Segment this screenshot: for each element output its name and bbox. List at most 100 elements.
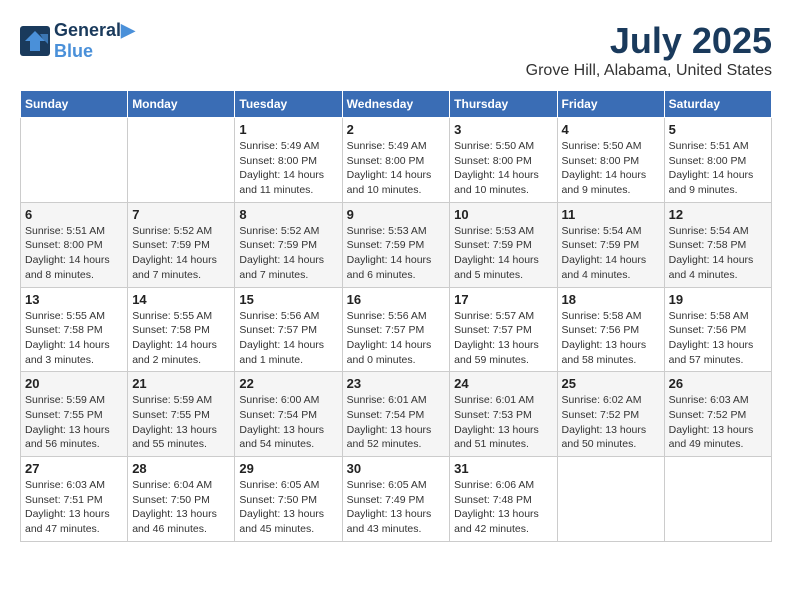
calendar-cell: 20Sunrise: 5:59 AMSunset: 7:55 PMDayligh… <box>21 372 128 457</box>
logo-icon <box>20 26 50 56</box>
day-info: Sunrise: 6:02 AMSunset: 7:52 PMDaylight:… <box>562 393 660 452</box>
day-info: Sunrise: 6:05 AMSunset: 7:49 PMDaylight:… <box>347 478 446 537</box>
day-info: Sunrise: 5:55 AMSunset: 7:58 PMDaylight:… <box>132 309 230 368</box>
day-number: 10 <box>454 207 552 222</box>
day-info: Sunrise: 5:54 AMSunset: 7:59 PMDaylight:… <box>562 224 660 283</box>
calendar-header-row: Sunday Monday Tuesday Wednesday Thursday… <box>21 91 772 118</box>
col-thursday: Thursday <box>450 91 557 118</box>
day-number: 20 <box>25 376 123 391</box>
day-info: Sunrise: 5:58 AMSunset: 7:56 PMDaylight:… <box>669 309 767 368</box>
calendar-cell: 12Sunrise: 5:54 AMSunset: 7:58 PMDayligh… <box>664 202 771 287</box>
day-info: Sunrise: 5:50 AMSunset: 8:00 PMDaylight:… <box>454 139 552 198</box>
month-title: July 2025 <box>526 20 772 62</box>
day-info: Sunrise: 6:06 AMSunset: 7:48 PMDaylight:… <box>454 478 552 537</box>
calendar-cell: 13Sunrise: 5:55 AMSunset: 7:58 PMDayligh… <box>21 287 128 372</box>
day-info: Sunrise: 5:49 AMSunset: 8:00 PMDaylight:… <box>347 139 446 198</box>
day-info: Sunrise: 5:49 AMSunset: 8:00 PMDaylight:… <box>239 139 337 198</box>
day-info: Sunrise: 6:01 AMSunset: 7:53 PMDaylight:… <box>454 393 552 452</box>
day-number: 13 <box>25 292 123 307</box>
day-info: Sunrise: 5:59 AMSunset: 7:55 PMDaylight:… <box>132 393 230 452</box>
day-number: 24 <box>454 376 552 391</box>
calendar-cell: 25 Sunrise: 6:02 AMSunset: 7:52 PMDayligh… <box>557 372 664 457</box>
day-number: 25 <box>562 376 660 391</box>
day-number: 5 <box>669 122 767 137</box>
day-number: 8 <box>239 207 337 222</box>
day-info: Sunrise: 6:01 AMSunset: 7:54 PMDaylight:… <box>347 393 446 452</box>
calendar-cell: 16 Sunrise: 5:56 AMSunset: 7:57 PMDayligh… <box>342 287 450 372</box>
col-saturday: Saturday <box>664 91 771 118</box>
day-number: 15 <box>239 292 337 307</box>
day-info: Sunrise: 5:56 AMSunset: 7:57 PMDaylight:… <box>239 309 337 368</box>
calendar-cell: 31 Sunrise: 6:06 AMSunset: 7:48 PMDayligh… <box>450 457 557 542</box>
col-friday: Friday <box>557 91 664 118</box>
calendar-cell: 27 Sunrise: 6:03 AMSunset: 7:51 PMDayligh… <box>21 457 128 542</box>
day-number: 27 <box>25 461 123 476</box>
calendar-cell: 18Sunrise: 5:58 AMSunset: 7:56 PMDayligh… <box>557 287 664 372</box>
calendar-cell: 15 Sunrise: 5:56 AMSunset: 7:57 PMDayligh… <box>235 287 342 372</box>
calendar-cell: 22Sunrise: 6:00 AMSunset: 7:54 PMDayligh… <box>235 372 342 457</box>
calendar-cell: 30 Sunrise: 6:05 AMSunset: 7:49 PMDayligh… <box>342 457 450 542</box>
day-info: Sunrise: 5:53 AMSunset: 7:59 PMDaylight:… <box>454 224 552 283</box>
col-tuesday: Tuesday <box>235 91 342 118</box>
calendar-cell: 28 Sunrise: 6:04 AMSunset: 7:50 PMDayligh… <box>128 457 235 542</box>
day-number: 28 <box>132 461 230 476</box>
day-number: 26 <box>669 376 767 391</box>
calendar-cell <box>21 118 128 203</box>
day-number: 6 <box>25 207 123 222</box>
day-info: Sunrise: 5:52 AMSunset: 7:59 PMDaylight:… <box>132 224 230 283</box>
calendar-cell: 23 Sunrise: 6:01 AMSunset: 7:54 PMDayligh… <box>342 372 450 457</box>
col-wednesday: Wednesday <box>342 91 450 118</box>
day-number: 3 <box>454 122 552 137</box>
day-number: 19 <box>669 292 767 307</box>
logo-text: General▶ Blue <box>54 20 135 62</box>
calendar-cell: 10 Sunrise: 5:53 AMSunset: 7:59 PMDayligh… <box>450 202 557 287</box>
location: Grove Hill, Alabama, United States <box>526 62 772 80</box>
day-info: Sunrise: 5:51 AMSunset: 8:00 PMDaylight:… <box>669 139 767 198</box>
logo: General▶ Blue <box>20 20 135 62</box>
day-info: Sunrise: 6:03 AMSunset: 7:52 PMDaylight:… <box>669 393 767 452</box>
day-number: 21 <box>132 376 230 391</box>
day-info: Sunrise: 6:03 AMSunset: 7:51 PMDaylight:… <box>25 478 123 537</box>
day-info: Sunrise: 6:05 AMSunset: 7:50 PMDaylight:… <box>239 478 337 537</box>
calendar-cell: 7 Sunrise: 5:52 AMSunset: 7:59 PMDaylight… <box>128 202 235 287</box>
day-number: 30 <box>347 461 446 476</box>
day-number: 14 <box>132 292 230 307</box>
day-number: 1 <box>239 122 337 137</box>
calendar-week-1: 1 Sunrise: 5:49 AMSunset: 8:00 PMDaylight… <box>21 118 772 203</box>
calendar-cell: 8 Sunrise: 5:52 AMSunset: 7:59 PMDaylight… <box>235 202 342 287</box>
calendar-week-3: 13 Sunrise: 5:55 AMSunset: 7:58 PMDayligh… <box>21 287 772 372</box>
calendar-cell <box>664 457 771 542</box>
calendar-cell <box>557 457 664 542</box>
day-number: 29 <box>239 461 337 476</box>
day-number: 23 <box>347 376 446 391</box>
calendar-cell: 2Sunrise: 5:49 AMSunset: 8:00 PMDaylight… <box>342 118 450 203</box>
calendar-week-2: 6 Sunrise: 5:51 AMSunset: 8:00 PMDaylight… <box>21 202 772 287</box>
day-info: Sunrise: 5:50 AMSunset: 8:00 PMDaylight:… <box>562 139 660 198</box>
day-number: 4 <box>562 122 660 137</box>
day-info: Sunrise: 5:53 AMSunset: 7:59 PMDaylight:… <box>347 224 446 283</box>
calendar-cell: 1 Sunrise: 5:49 AMSunset: 8:00 PMDaylight… <box>235 118 342 203</box>
calendar-cell: 4 Sunrise: 5:50 AMSunset: 8:00 PMDaylight… <box>557 118 664 203</box>
calendar-cell: 5 Sunrise: 5:51 AMSunset: 8:00 PMDaylight… <box>664 118 771 203</box>
day-number: 7 <box>132 207 230 222</box>
day-info: Sunrise: 5:56 AMSunset: 7:57 PMDaylight:… <box>347 309 446 368</box>
col-sunday: Sunday <box>21 91 128 118</box>
calendar-cell: 14 Sunrise: 5:55 AMSunset: 7:58 PMDayligh… <box>128 287 235 372</box>
col-monday: Monday <box>128 91 235 118</box>
day-info: Sunrise: 6:04 AMSunset: 7:50 PMDaylight:… <box>132 478 230 537</box>
day-number: 31 <box>454 461 552 476</box>
day-info: Sunrise: 5:52 AMSunset: 7:59 PMDaylight:… <box>239 224 337 283</box>
calendar-cell: 29 Sunrise: 6:05 AMSunset: 7:50 PMDayligh… <box>235 457 342 542</box>
page-header: General▶ Blue July 2025 Grove Hill, Alab… <box>20 20 772 80</box>
title-block: July 2025 Grove Hill, Alabama, United St… <box>526 20 772 80</box>
calendar-week-5: 27 Sunrise: 6:03 AMSunset: 7:51 PMDayligh… <box>21 457 772 542</box>
day-number: 16 <box>347 292 446 307</box>
calendar-cell: 3 Sunrise: 5:50 AMSunset: 8:00 PMDaylight… <box>450 118 557 203</box>
day-info: Sunrise: 5:57 AMSunset: 7:57 PMDaylight:… <box>454 309 552 368</box>
calendar-cell: 19 Sunrise: 5:58 AMSunset: 7:56 PMDayligh… <box>664 287 771 372</box>
day-info: Sunrise: 5:58 AMSunset: 7:56 PMDaylight:… <box>562 309 660 368</box>
calendar-table: Sunday Monday Tuesday Wednesday Thursday… <box>20 90 772 542</box>
day-info: Sunrise: 6:00 AMSunset: 7:54 PMDaylight:… <box>239 393 337 452</box>
calendar-cell: 9Sunrise: 5:53 AMSunset: 7:59 PMDaylight… <box>342 202 450 287</box>
day-info: Sunrise: 5:51 AMSunset: 8:00 PMDaylight:… <box>25 224 123 283</box>
